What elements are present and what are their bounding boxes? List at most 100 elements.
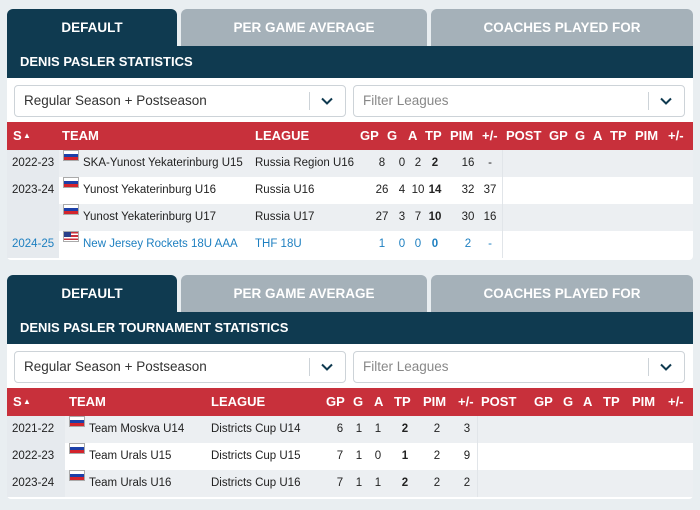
header-post-a[interactable]: A [593,122,602,150]
team-link[interactable]: Team Urals U16 [89,470,171,497]
header-a[interactable]: A [408,122,417,150]
header-league[interactable]: LEAGUE [255,122,309,150]
header-plus-minus[interactable]: +/- [458,388,474,416]
stat-pim: 2 [433,450,441,462]
postseason-divider [477,416,478,443]
table-row: 2022-23 SKA-Yunost Yekaterinburg U15 Russi… [7,150,693,177]
season-cell: 2021-22 [12,423,55,435]
header-post-g[interactable]: G [575,122,585,150]
stats-tab-bar: DEFAULT PER GAME AVERAGE COACHES PLAYED … [7,9,693,46]
header-post-tp[interactable]: TP [603,388,620,416]
header-g[interactable]: G [387,122,397,150]
header-pim[interactable]: PIM [450,122,473,150]
table-row: Yunost Yekaterinburg U17 Russia U17 27 3 7 10… [7,204,693,231]
header-tp[interactable]: TP [394,388,411,416]
stat-pim: 2 [464,238,472,250]
postseason-divider [477,470,478,497]
stat-tp: 2 [431,157,439,169]
postseason-divider [477,443,478,470]
select-divider [648,358,649,376]
header-post-tp[interactable]: TP [610,122,627,150]
tab-per-game-average[interactable]: PER GAME AVERAGE [181,9,427,46]
table-row: 2023-24 Yunost Yekaterinburg U16 Russia U1… [7,177,693,204]
league-link[interactable]: Districts Cup U16 [211,470,300,497]
header-g[interactable]: G [353,388,363,416]
team-link[interactable]: Yunost Yekaterinburg U16 [83,177,216,204]
league-link[interactable]: Districts Cup U15 [211,443,300,470]
stat-pm: 9 [463,450,471,462]
header-a[interactable]: A [374,388,383,416]
table-header: S ▲ TEAM LEAGUE GP G A TP PIM +/- POST G… [7,388,693,416]
russia-flag-icon [69,443,85,454]
table-row: 2023-24 Team Urals U16 Districts Cup U16 7 1… [7,470,693,497]
table-row: 2024-25 New Jersey Rockets 18U AAA THF 18U… [7,231,693,258]
tab-coaches-played-for[interactable]: COACHES PLAYED FOR [431,275,693,312]
filter-leagues-select[interactable]: Filter Leagues [353,351,685,383]
chevron-down-icon [321,97,333,105]
stat-tp: 1 [401,450,409,462]
season-cell: 2023-24 [12,184,55,196]
filter-bar: Regular Season + Postseason Filter Leagu… [7,344,693,388]
stats-table-body: 2022-23 SKA-Yunost Yekaterinburg U15 Russi… [7,150,693,258]
tab-default[interactable]: DEFAULT [7,9,177,46]
header-post-plus-minus[interactable]: +/- [668,388,684,416]
header-plus-minus[interactable]: +/- [482,122,498,150]
header-post-g[interactable]: G [563,388,573,416]
season-type-value: Regular Season + Postseason [24,359,207,374]
team-link[interactable]: Team Moskva U14 [89,416,184,443]
league-link[interactable]: Russia U17 [255,204,314,231]
russia-flag-icon [63,177,79,188]
header-season[interactable]: S [13,122,22,150]
team-link[interactable]: SKA-Yunost Yekaterinburg U15 [83,150,243,177]
stat-pim: 2 [433,423,441,435]
team-link[interactable]: Team Urals U15 [89,443,171,470]
postseason-divider [502,150,503,177]
stat-tp: 0 [431,238,439,250]
header-pim[interactable]: PIM [423,388,446,416]
chevron-down-icon [660,97,672,105]
stat-pim: 16 [461,157,475,169]
header-team[interactable]: TEAM [69,388,106,416]
header-post: POST [481,394,517,409]
section-title: DENIS PASLER TOURNAMENT STATISTICS [7,312,693,344]
stat-pm: - [488,238,492,250]
tournament-statistics-panel: DEFAULT PER GAME AVERAGE COACHES PLAYED … [7,275,693,499]
header-post-a[interactable]: A [583,388,592,416]
season-type-select[interactable]: Regular Season + Postseason [14,351,346,383]
usa-flag-icon [63,231,79,242]
header-team[interactable]: TEAM [62,122,99,150]
league-link[interactable]: Russia U16 [255,177,314,204]
tab-default[interactable]: DEFAULT [7,275,177,312]
stat-pm: 2 [463,477,471,489]
filter-leagues-select[interactable]: Filter Leagues [353,85,685,117]
stat-tp: 2 [401,423,409,435]
header-tp[interactable]: TP [425,122,442,150]
stat-pim: 32 [461,184,475,196]
header-season[interactable]: S [13,388,22,416]
table-header: S ▲ TEAM LEAGUE GP G A TP PIM +/- POST G… [7,122,693,150]
tab-per-game-average[interactable]: PER GAME AVERAGE [181,275,427,312]
league-link[interactable]: Districts Cup U14 [211,416,300,443]
team-link[interactable]: Yunost Yekaterinburg U17 [83,204,216,231]
tab-coaches-played-for[interactable]: COACHES PLAYED FOR [431,9,693,46]
team-link[interactable]: New Jersey Rockets 18U AAA [83,231,238,258]
header-post-pim[interactable]: PIM [635,122,658,150]
league-link[interactable]: Russia Region U16 [255,150,354,177]
tournament-tab-bar: DEFAULT PER GAME AVERAGE COACHES PLAYED … [7,275,693,312]
chevron-down-icon [321,363,333,371]
header-post-pim[interactable]: PIM [632,388,655,416]
league-link[interactable]: THF 18U [255,231,302,258]
header-post-gp[interactable]: GP [534,388,553,416]
header-league[interactable]: LEAGUE [211,388,265,416]
header-gp[interactable]: GP [326,388,345,416]
header-gp[interactable]: GP [360,122,379,150]
header-post-gp[interactable]: GP [549,122,568,150]
select-divider [648,92,649,110]
season-cell[interactable]: 2024-25 [12,231,54,258]
stat-pm: 3 [463,423,471,435]
season-type-select[interactable]: Regular Season + Postseason [14,85,346,117]
season-cell: 2022-23 [12,157,55,169]
season-cell: 2022-23 [12,450,55,462]
stat-gp: 27 [375,211,389,223]
header-post-plus-minus[interactable]: +/- [668,122,684,150]
